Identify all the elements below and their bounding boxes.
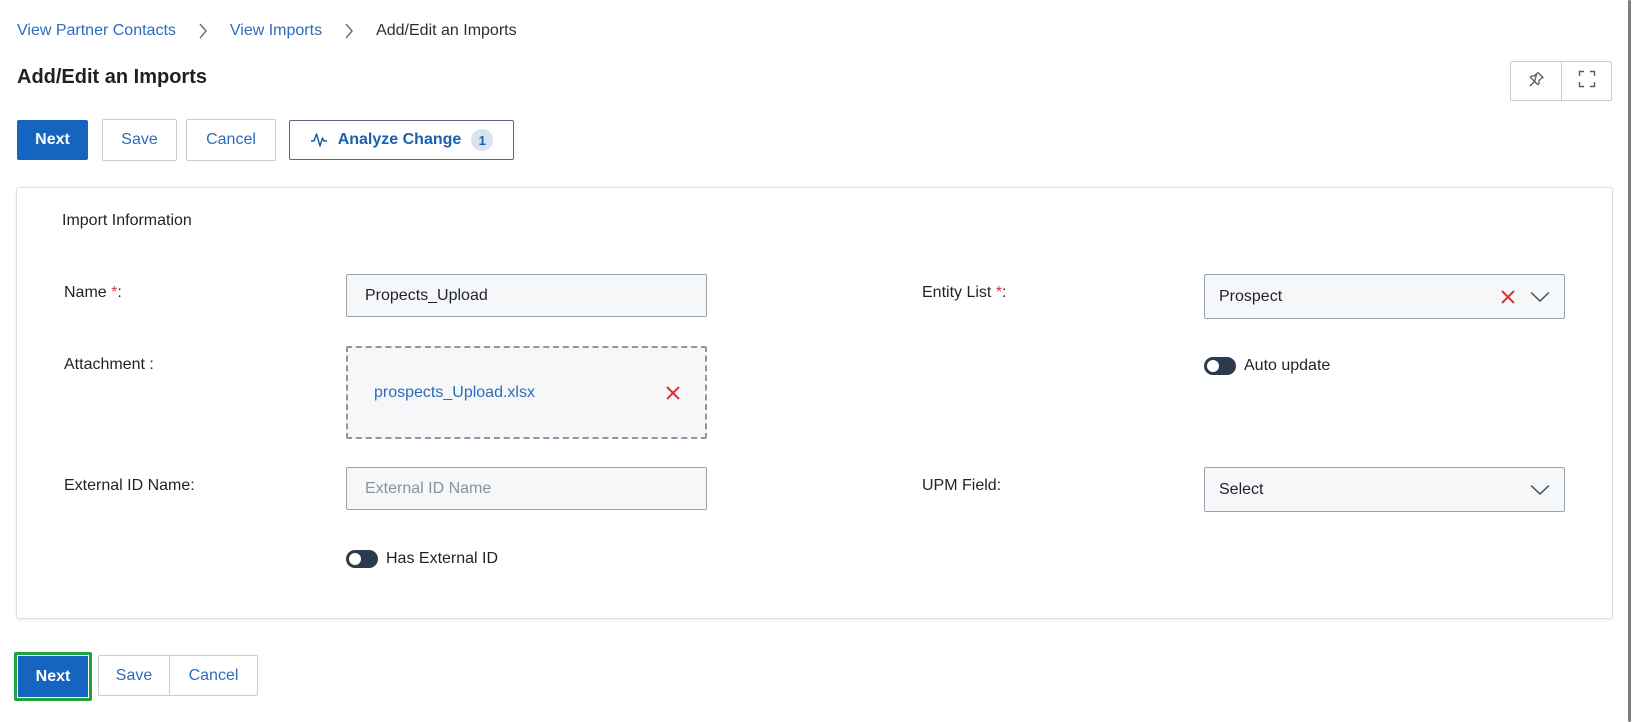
auto-update-toggle[interactable]	[1204, 357, 1236, 375]
activity-icon	[310, 132, 328, 148]
auto-update-row: Auto update	[1204, 357, 1330, 375]
external-id-name-label: External ID Name:	[64, 477, 195, 494]
name-label-suffix: :	[117, 284, 122, 301]
upm-field-value: Select	[1219, 480, 1264, 498]
fullscreen-button[interactable]	[1561, 62, 1611, 100]
toggle-knob	[1207, 360, 1219, 372]
has-external-id-toggle[interactable]	[346, 550, 378, 568]
footer-save-button[interactable]: Save	[99, 656, 169, 695]
chevron-down-icon	[1530, 291, 1550, 303]
entity-list-select[interactable]: Prospect	[1204, 274, 1565, 319]
analyze-change-button[interactable]: Analyze Change 1	[289, 120, 514, 160]
attachment-dropzone[interactable]: prospects_Upload.xlsx	[346, 346, 707, 439]
entity-list-label-suffix: :	[1002, 284, 1007, 301]
scrollbar[interactable]	[1628, 0, 1631, 722]
save-button[interactable]: Save	[102, 119, 177, 161]
external-id-name-placeholder: External ID Name	[365, 479, 492, 497]
upm-field-select[interactable]: Select	[1204, 467, 1565, 512]
close-icon	[1500, 289, 1516, 305]
toggle-knob	[349, 553, 361, 565]
pin-button[interactable]	[1511, 62, 1561, 100]
clear-entity-list-button[interactable]	[1500, 289, 1516, 305]
breadcrumb-view-partner-contacts[interactable]: View Partner Contacts	[17, 22, 176, 40]
close-icon	[665, 385, 681, 401]
breadcrumb-view-imports[interactable]: View Imports	[230, 22, 322, 40]
entity-list-label: Entity List *:	[922, 284, 1007, 302]
footer-cancel-button[interactable]: Cancel	[169, 656, 257, 695]
pin-icon	[1527, 70, 1545, 93]
name-label: Name *:	[64, 284, 122, 302]
upm-field-label: UPM Field:	[922, 477, 1002, 494]
section-title: Import Information	[62, 212, 192, 229]
chevron-right-icon	[192, 20, 214, 42]
attachment-label: Attachment :	[64, 356, 154, 373]
change-count-badge: 1	[471, 129, 494, 151]
attachment-file-link[interactable]: prospects_Upload.xlsx	[374, 384, 665, 402]
remove-attachment-button[interactable]	[665, 385, 681, 401]
entity-list-value: Prospect	[1219, 287, 1283, 305]
analyze-change-label: Analyze Change	[337, 131, 462, 148]
name-input-value: Propects_Upload	[365, 286, 488, 304]
external-id-name-input[interactable]: External ID Name	[346, 467, 707, 510]
has-external-id-row: Has External ID	[346, 550, 498, 568]
entity-list-label-text: Entity List	[922, 284, 996, 301]
auto-update-label: Auto update	[1244, 357, 1331, 374]
chevron-right-icon	[338, 20, 360, 42]
expand-icon	[1578, 70, 1596, 93]
footer-button-group: Save Cancel	[98, 655, 258, 696]
name-input[interactable]: Propects_Upload	[346, 274, 707, 317]
next-button[interactable]: Next	[17, 120, 88, 160]
name-label-text: Name	[64, 284, 112, 301]
view-tools	[1510, 61, 1612, 101]
breadcrumb-current: Add/Edit an Imports	[376, 22, 517, 39]
cancel-button[interactable]: Cancel	[186, 119, 276, 161]
has-external-id-label: Has External ID	[386, 550, 499, 567]
page-title: Add/Edit an Imports	[17, 66, 207, 88]
chevron-down-icon	[1530, 484, 1550, 496]
breadcrumb: View Partner Contacts View Imports Add/E…	[17, 20, 517, 42]
footer-next-button[interactable]: Next	[18, 656, 88, 697]
import-information-panel	[16, 187, 1613, 619]
